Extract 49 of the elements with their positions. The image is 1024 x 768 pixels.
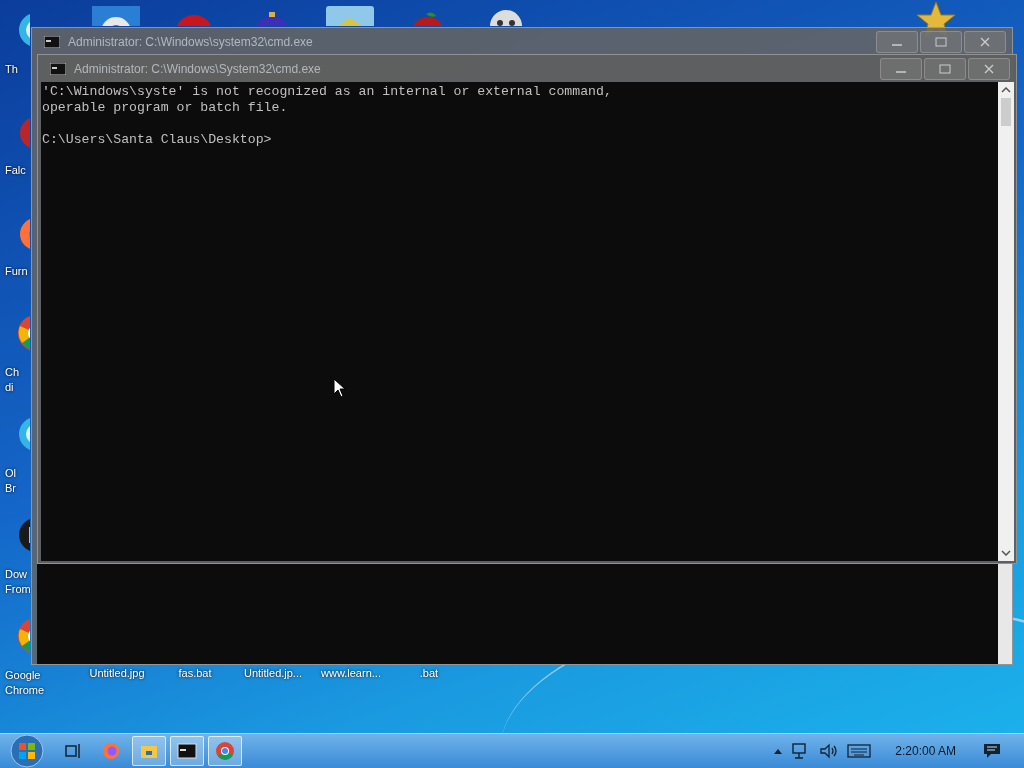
window-title: Administrator: C:\Windows\System32\cmd.exe [74,61,321,76]
maximize-icon[interactable] [938,62,952,75]
icon-label[interactable]: Ch di [0,365,20,395]
icon-label[interactable]: www.learn... [312,666,390,681]
scroll-up-icon[interactable] [1001,87,1011,93]
close-button[interactable] [968,57,1010,80]
console-icon[interactable] [177,741,197,761]
notifications-icon[interactable] [982,742,1002,760]
firefox-icon[interactable] [101,741,121,761]
chrome-icon[interactable] [215,741,235,761]
icon-label[interactable]: Ol Br [0,466,16,496]
icon-label[interactable]: .bat [390,666,468,681]
start-button[interactable] [10,734,44,768]
icon-label[interactable]: Google Chrome [0,668,45,698]
close-icon[interactable] [982,62,996,75]
keyboard-icon[interactable] [847,743,872,759]
show-hidden-icons-icon[interactable] [773,747,784,755]
console-output: 'C:\Windows\syste' is not recognized as an internal or external command, [42,84,613,100]
close-button[interactable] [964,30,1006,53]
scrollbar[interactable] [998,82,1014,561]
close-icon[interactable] [978,35,992,48]
task-view-icon[interactable] [63,741,83,761]
scroll-down-icon[interactable] [1001,550,1011,556]
icon-label[interactable]: Falc [0,163,26,178]
minimize-button[interactable] [876,30,918,53]
mouse-cursor-icon [333,378,345,398]
console-output: operable program or batch file. [42,100,289,116]
minimize-button[interactable] [880,57,922,80]
maximize-button[interactable] [920,30,962,53]
clock[interactable]: 2:20:00 AM [895,744,956,758]
scroll-thumb[interactable] [1001,98,1011,126]
maximize-icon[interactable] [934,35,948,48]
icon-label[interactable]: Furn [0,264,28,279]
chrome-taskbar-button[interactable] [208,736,242,766]
icon-label[interactable]: fas.bat [156,666,234,681]
icon-label[interactable]: Untitled.jp... [234,666,312,681]
volume-icon[interactable] [819,742,840,760]
scrollbar[interactable] [998,564,1012,664]
icon-label[interactable]: Th [0,62,18,77]
console-icon [50,62,66,75]
window-title: Administrator: C:\Windows\system32\cmd.exe [68,34,313,49]
cmd-taskbar-button[interactable] [170,736,204,766]
icon-label[interactable]: Dow From [0,567,31,597]
command-prompt[interactable]: C:\Users\Santa Claus\Desktop> [42,132,998,148]
explorer-taskbar-button[interactable] [132,736,166,766]
console-icon [44,35,60,48]
gear-icon[interactable] [92,6,140,26]
icon-label[interactable]: Untitled.jpg [78,666,156,681]
maximize-button[interactable] [924,57,966,80]
